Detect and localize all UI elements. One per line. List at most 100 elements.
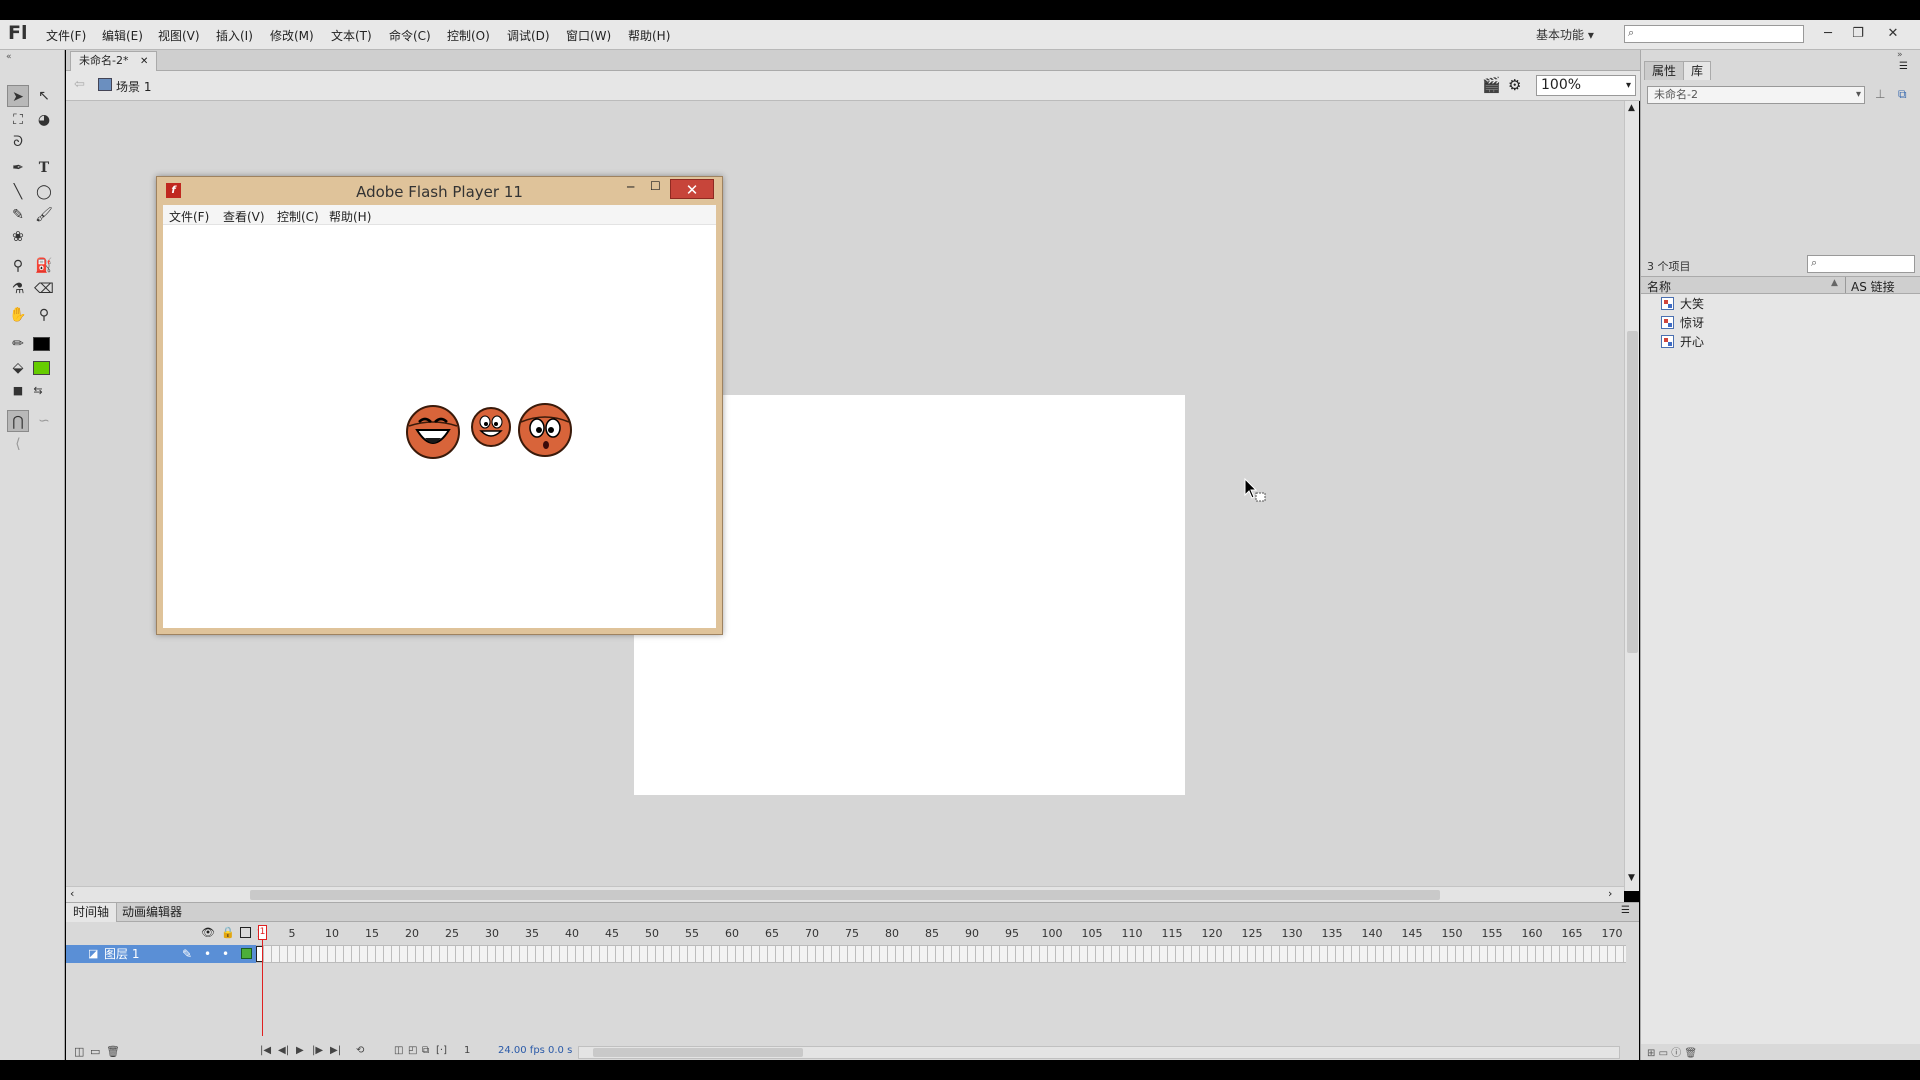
fill-color-swatch[interactable] (33, 361, 50, 375)
modify-markers-icon[interactable]: [·] (436, 1045, 447, 1056)
onion-skin-icon[interactable]: ◫ (394, 1045, 403, 1056)
eraser-tool-icon[interactable]: ⌫ (33, 278, 55, 300)
fp-menu-file[interactable]: 文件(F) (169, 208, 209, 225)
line-tool-icon[interactable]: ╲ (7, 181, 29, 203)
new-layer-icon[interactable]: ◫ (74, 1045, 84, 1058)
frame-cells[interactable] (256, 945, 1626, 963)
playhead[interactable]: 1 (258, 925, 268, 1037)
pencil-tool-icon[interactable]: ✎ (7, 204, 29, 226)
library-item[interactable]: 大笑 (1661, 295, 1704, 314)
tab-library[interactable]: 库 (1683, 61, 1712, 80)
selection-tool-icon[interactable]: ➤ (7, 85, 29, 107)
restore-button[interactable]: ❐ (1845, 23, 1871, 45)
lock-layers-icon[interactable]: 🔒 (221, 926, 235, 939)
show-hide-layers-icon[interactable]: 👁 (201, 926, 215, 939)
fp-menu-help[interactable]: 帮助(H) (329, 208, 371, 225)
flash-movie-content[interactable] (163, 225, 716, 628)
library-document-select[interactable]: 未命名-2 ▾ (1647, 86, 1865, 104)
visible-dot[interactable]: • (204, 945, 211, 963)
menu-debug[interactable]: 调试(D) (507, 27, 550, 44)
fp-menu-view[interactable]: 查看(V) (223, 208, 265, 225)
swap-colors-icon[interactable]: ⇆ (27, 380, 49, 402)
outline-layers-icon[interactable] (240, 927, 251, 938)
properties-icon[interactable]: ⓘ (1671, 1048, 1681, 1059)
back-arrow-icon[interactable]: ⇦ (74, 77, 85, 92)
menu-help[interactable]: 帮助(H) (628, 27, 670, 44)
menu-view[interactable]: 视图(V) (158, 27, 200, 44)
scroll-up-icon[interactable]: ▲ (1628, 103, 1635, 113)
zoom-select[interactable]: 100% ▾ (1536, 75, 1636, 96)
loop-icon[interactable]: ⟲ (356, 1045, 364, 1056)
play-icon[interactable]: ▶ (296, 1045, 304, 1056)
menu-modify[interactable]: 修改(M) (270, 27, 314, 44)
horizontal-scroll-thumb[interactable] (250, 890, 1440, 900)
collapse-panel-icon[interactable]: « (6, 52, 12, 62)
vertical-scrollbar[interactable]: ▲ ▼ (1624, 101, 1639, 891)
zoom-tool-icon[interactable]: ⚲ (33, 304, 55, 326)
scroll-left-icon[interactable]: ‹ (70, 887, 74, 900)
delete-layer-icon[interactable]: 🗑 (106, 1045, 120, 1058)
pen-tool-icon[interactable]: ✒ (7, 157, 29, 179)
go-to-last-frame-icon[interactable]: ▶| (330, 1045, 341, 1056)
document-tab[interactable]: 未命名-2* ✕ (70, 51, 158, 71)
scroll-down-icon[interactable]: ▼ (1628, 873, 1635, 883)
brush-tool-icon[interactable]: 🖌 (33, 204, 55, 226)
free-transform-tool-icon[interactable]: ⛶ (7, 109, 29, 131)
straighten-icon[interactable]: ⟨ (7, 433, 29, 455)
subselection-tool-icon[interactable]: ↖ (33, 85, 55, 107)
menu-commands[interactable]: 命令(C) (389, 27, 431, 44)
menu-file[interactable]: 文件(F) (46, 27, 86, 44)
hand-tool-icon[interactable]: ✋ (7, 304, 29, 326)
horizontal-scrollbar[interactable]: ‹ › (66, 886, 1624, 902)
close-button[interactable]: ✕ (1880, 23, 1906, 45)
frame-ruler[interactable]: 1510152025303540455055606570758085909510… (256, 927, 1626, 943)
edit-multiple-frames-icon[interactable]: ⧉ (422, 1045, 429, 1056)
smooth-icon[interactable]: ∽ (33, 410, 55, 432)
tab-timeline[interactable]: 时间轴 (66, 903, 118, 922)
current-frame[interactable]: 1 (464, 1045, 470, 1056)
menu-text[interactable]: 文本(T) (331, 27, 372, 44)
library-search-input[interactable]: ⌕ (1807, 255, 1915, 273)
fp-minimize-button[interactable]: ─ (627, 180, 634, 194)
stroke-color-swatch[interactable] (33, 337, 50, 351)
vertical-scroll-thumb[interactable] (1627, 331, 1638, 653)
sort-ascending-icon[interactable]: ▲ (1831, 278, 1838, 288)
menu-edit[interactable]: 编辑(E) (102, 27, 143, 44)
playhead-handle[interactable]: 1 (258, 925, 267, 940)
onion-skin-outlines-icon[interactable]: ◰ (408, 1045, 417, 1056)
default-colors-icon[interactable]: ■ (7, 380, 29, 402)
edit-scene-icon[interactable]: 🎬 (1482, 76, 1501, 94)
bone-tool-icon[interactable]: ⚲ (7, 255, 29, 277)
layer-name-cell[interactable]: ◪ 图层 1 ✎ • • (66, 945, 256, 963)
close-tab-icon[interactable]: ✕ (140, 56, 148, 67)
menu-window[interactable]: 窗口(W) (566, 27, 611, 44)
paint-bucket-tool-icon[interactable]: ⛽ (33, 255, 55, 277)
tab-motion-editor[interactable]: 动画编辑器 (115, 903, 189, 922)
scene-label[interactable]: 场景 1 (116, 78, 151, 95)
timeline-horizontal-scrollbar[interactable] (578, 1046, 1620, 1059)
library-item[interactable]: 开心 (1661, 333, 1704, 352)
scroll-right-icon[interactable]: › (1608, 887, 1612, 900)
menu-control[interactable]: 控制(O) (447, 27, 490, 44)
pin-library-icon[interactable]: ⊥ (1875, 87, 1885, 101)
outline-color-swatch[interactable] (241, 948, 252, 959)
column-linkage[interactable]: AS 链接 (1851, 278, 1895, 295)
help-search-input[interactable]: ⌕ (1624, 25, 1804, 43)
library-item[interactable]: 惊讶 (1661, 314, 1704, 333)
flash-player-titlebar[interactable]: f Adobe Flash Player 11 ─ ☐ ✕ (157, 177, 722, 205)
3d-rotation-tool-icon[interactable]: ◕ (33, 109, 55, 131)
oval-tool-icon[interactable]: ◯ (33, 181, 55, 203)
flash-player-window[interactable]: f Adobe Flash Player 11 ─ ☐ ✕ 文件(F) 查看(V… (156, 176, 723, 635)
snap-to-objects-icon[interactable]: ⋂ (7, 410, 29, 432)
fp-menu-control[interactable]: 控制(C) (277, 208, 319, 225)
timeline-scroll-thumb[interactable] (593, 1048, 803, 1057)
minimize-button[interactable]: ─ (1815, 23, 1841, 45)
edit-symbols-icon[interactable]: ⚙ (1508, 76, 1521, 94)
layer-row[interactable]: ◪ 图层 1 ✎ • • (66, 945, 1631, 963)
workspace-switcher[interactable]: 基本功能 ▾ (1536, 26, 1594, 43)
lasso-tool-icon[interactable]: ᘐ (7, 131, 29, 153)
fp-maximize-button[interactable]: ☐ (650, 179, 661, 193)
frame-rate[interactable]: 24.00 fps (498, 1045, 545, 1056)
column-name[interactable]: 名称 (1647, 278, 1671, 295)
eyedropper-tool-icon[interactable]: ⚗ (7, 278, 29, 300)
